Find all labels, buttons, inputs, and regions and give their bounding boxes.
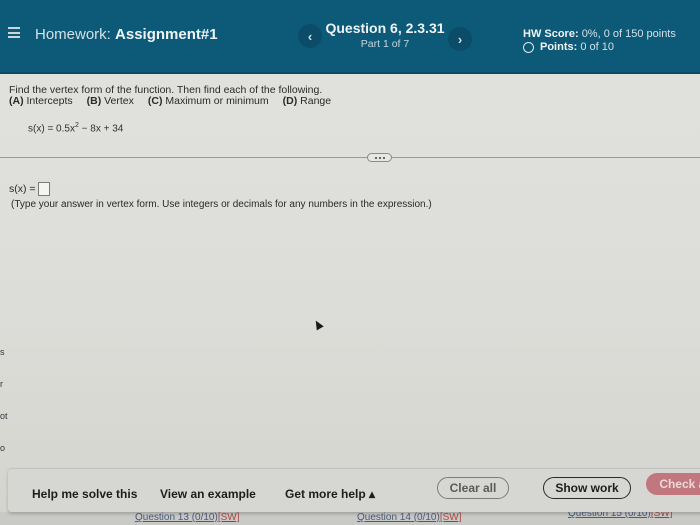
divider: [0, 157, 700, 158]
assignment-name: Assignment#1: [115, 26, 218, 43]
page: Homework: Assignment#1 ‹ Question 6, 2.3…: [0, 0, 700, 525]
get-more-help-button[interactable]: Get more help ▴: [285, 487, 375, 501]
part-b: (B) Vertex: [86, 95, 134, 107]
edge-text: r: [0, 379, 3, 389]
clear-all-button[interactable]: Clear all: [437, 477, 509, 499]
part-a: (A) Intercepts: [9, 95, 73, 107]
answer-row: s(x) =: [9, 182, 50, 196]
answer-hint: (Type your answer in vertex form. Use in…: [11, 199, 432, 210]
part-c: (C) Maximum or minimum: [147, 95, 269, 107]
edge-text: o: [0, 443, 6, 453]
chevron-left-icon: ‹: [307, 28, 313, 44]
assignment-title: Homework: Assignment#1: [35, 26, 218, 43]
homework-label: Homework:: [35, 26, 111, 43]
hamburger-menu-icon[interactable]: [8, 27, 20, 38]
chevron-right-icon: ›: [457, 31, 463, 47]
hw-score-label: HW Score:: [523, 28, 579, 40]
question-14-link[interactable]: Question 14 (0/10)[SW]: [357, 512, 462, 523]
ellipsis-icon[interactable]: [367, 153, 392, 162]
answer-input[interactable]: [37, 182, 50, 196]
show-work-button[interactable]: Show work: [543, 477, 631, 499]
question-13-link[interactable]: Question 13 (0/10)[SW]: [135, 512, 240, 523]
points-value: 0 of 10: [580, 41, 614, 53]
points: Points: 0 of 10: [523, 41, 614, 53]
hw-score-value: 0%, 0 of 150 points: [581, 28, 676, 40]
view-example-button[interactable]: View an example: [160, 487, 256, 501]
question-title: Question 6, 2.3.31: [325, 20, 445, 36]
question-part: Part 1 of 7: [360, 38, 410, 50]
caret-up-icon: ▴: [369, 487, 376, 501]
previous-question-button[interactable]: ‹: [298, 24, 322, 48]
header-bar: Homework: Assignment#1 ‹ Question 6, 2.3…: [0, 0, 700, 74]
help-me-solve-button[interactable]: Help me solve this: [32, 487, 137, 501]
edge-text: s: [0, 347, 5, 357]
points-label: Points:: [540, 41, 578, 53]
question-parts: (A) Intercepts (B) Vertex (C) Maximum or…: [9, 95, 331, 107]
part-d: (D) Range: [282, 95, 332, 107]
hw-score: HW Score: 0%, 0 of 150 points: [523, 28, 676, 40]
mouse-cursor-icon: [312, 318, 324, 331]
function-expression: s(x) = 0.5x2 − 8x + 34: [28, 122, 124, 135]
edge-text: ot: [0, 411, 8, 421]
next-question-button[interactable]: ›: [448, 27, 472, 51]
circle-status-icon: [523, 41, 534, 53]
check-answer-button[interactable]: Check an: [646, 473, 700, 495]
answer-label: s(x) =: [9, 183, 36, 195]
